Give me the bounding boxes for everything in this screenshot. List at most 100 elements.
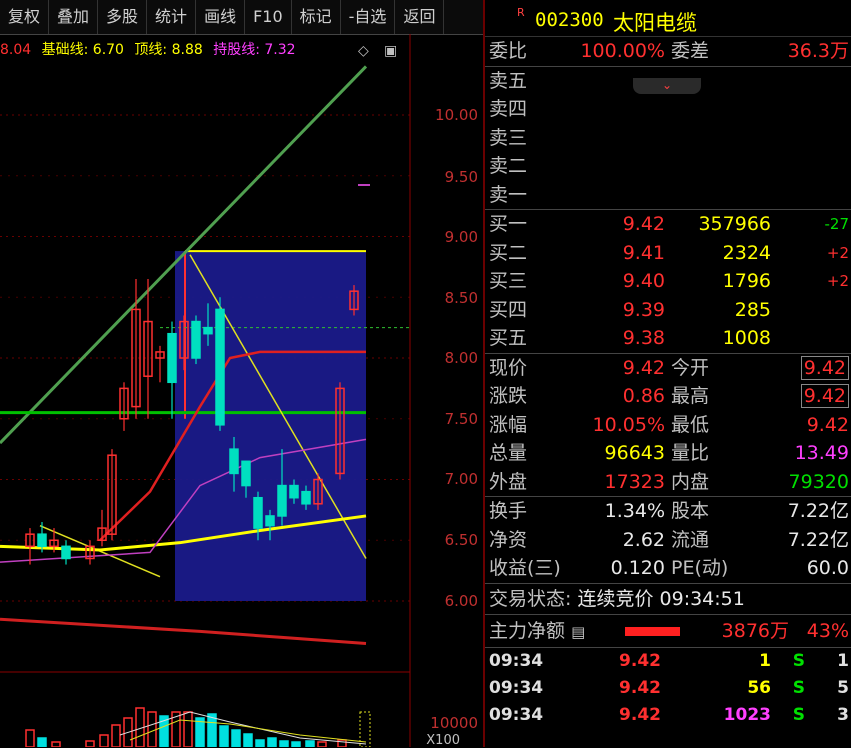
buy-row[interactable]: 买一 9.42 357966 -27 — [485, 210, 851, 239]
price-axis-label: 9.00 — [444, 228, 478, 246]
buy-row[interactable]: 买二 9.41 2324 +2 — [485, 239, 851, 268]
buy-row[interactable]: 买三 9.40 1796 +2 — [485, 267, 851, 296]
volume-bar — [111, 724, 121, 747]
candle-body — [229, 448, 239, 475]
sell-row[interactable]: 卖五 — [485, 67, 851, 96]
tick-count: 3 — [837, 704, 849, 725]
buy-volume: 1796 — [722, 270, 771, 292]
list-icon[interactable]: ▤ — [571, 623, 585, 641]
stat-label: 现价 — [489, 356, 528, 379]
buy-row[interactable]: 买五 9.38 1008 — [485, 324, 851, 353]
finance-row: 换手 1.34% 股本 7.22亿 — [485, 497, 851, 526]
legend-base-line: 基础线: 6.70 — [41, 42, 124, 58]
legend-top-line: 顶线: 8.88 — [134, 42, 203, 58]
stat-value: 9.42 — [622, 356, 665, 379]
volume-bar — [291, 741, 301, 747]
price-axis-label: 8.50 — [444, 289, 478, 307]
weibi-row: 委比 100.00% 委差 36.3万 — [485, 37, 851, 66]
tick-volume: 1023 — [723, 704, 771, 725]
volume-bar — [255, 739, 265, 747]
sell-row[interactable]: 卖四 — [485, 95, 851, 124]
volume-bar — [99, 734, 109, 747]
candle-body — [167, 332, 177, 384]
volume-bar — [305, 740, 315, 747]
stat-value: 96643 — [604, 442, 665, 464]
net-flow-bar — [625, 626, 680, 636]
finance-label: 股本 — [671, 500, 710, 522]
price-axis-label: 7.00 — [444, 470, 478, 488]
candle-body — [215, 308, 225, 426]
price-axis-label: 10.00 — [435, 106, 478, 124]
tick-count: 5 — [837, 677, 849, 698]
finance-value: 1.34% — [604, 500, 665, 522]
price-axis-label: 7.50 — [444, 410, 478, 428]
volume-ma — [119, 711, 367, 745]
buy-volume: 357966 — [698, 213, 771, 235]
buy-label: 买四 — [489, 298, 528, 321]
price-axis-label: 6.00 — [444, 592, 478, 610]
buy-label: 买一 — [489, 213, 528, 235]
candle-body — [277, 484, 287, 517]
volume-bar — [51, 741, 61, 747]
quote-stat-row: 外盘 17323 内盘 79320 — [485, 468, 851, 497]
stat-label: 最低 — [671, 413, 710, 436]
finance-value: 60.0 — [806, 557, 849, 579]
candle-body — [37, 533, 47, 548]
main-net-flow[interactable]: 主力净额 ▤ 3876万 43% — [485, 615, 851, 648]
weicha-value: 36.3万 — [787, 40, 849, 62]
quote-stat-row: 总量 96643 量比 13.49 — [485, 439, 851, 468]
volume-bar — [243, 733, 253, 747]
quote-stat-row: 现价 9.42 今开 9.42 — [485, 354, 851, 383]
buy-label: 买二 — [489, 241, 528, 264]
diamond-icon[interactable]: ◇ — [358, 43, 369, 59]
stat-value: 9.42 — [800, 384, 849, 408]
analysis-box — [175, 251, 366, 601]
stat-label: 量比 — [671, 442, 710, 464]
price-axis-label: 6.50 — [444, 531, 478, 549]
tick-price: 9.42 — [619, 650, 661, 671]
price-axis-label: 8.00 — [444, 349, 478, 367]
trade-status: 交易状态: 连续竞价 09:34:51 — [485, 582, 851, 615]
buy-volume: 2324 — [722, 241, 771, 264]
stat-label: 今开 — [671, 356, 710, 379]
stat-value: 9.42 — [800, 355, 849, 380]
window-toggle-icon[interactable]: ▣ — [384, 43, 397, 59]
net-flow-percent: 43% — [806, 619, 849, 642]
legend-hold-line: 持股线: 7.32 — [213, 42, 296, 58]
volume-unit-label: X100 — [426, 733, 460, 748]
volume-bar — [195, 717, 205, 747]
tick-price: 9.42 — [619, 704, 661, 725]
buy-volume: 285 — [734, 298, 771, 321]
weibi-label: 委比 — [489, 40, 528, 62]
quote-stat-row: 涨幅 10.05% 最低 9.42 — [485, 411, 851, 440]
weicha-label: 委差 — [671, 40, 710, 62]
sell-row[interactable]: 卖一 — [485, 181, 851, 210]
kline-chart[interactable] — [0, 0, 483, 747]
buy-price: 9.42 — [622, 213, 665, 235]
tick-time: 09:34 — [489, 677, 544, 698]
stat-value: 17323 — [604, 470, 665, 493]
stat-value: 13.49 — [794, 442, 849, 464]
candle-body — [301, 490, 311, 505]
finance-row: 收益(三) 0.120 PE(动) 60.0 — [485, 554, 851, 583]
finance-label: 换手 — [489, 500, 528, 522]
stat-label: 涨跌 — [489, 385, 528, 407]
legend-partial-value: 8.04 — [0, 42, 32, 58]
buy-price: 9.38 — [622, 327, 665, 349]
sell-label: 卖五 — [489, 69, 528, 92]
trade-status-label: 交易状态: — [489, 587, 572, 610]
sell-row[interactable]: 卖二 — [485, 152, 851, 181]
tick-row: 09:34 9.42 1 S 1 — [485, 648, 851, 675]
quote-panel: R 002300 太阳电缆 委比 100.00% 委差 36.3万 ⌄ 卖五 卖… — [485, 0, 851, 747]
stat-value: 10.05% — [592, 413, 665, 436]
volume-bar — [25, 729, 35, 747]
volume-bar — [207, 713, 217, 747]
stat-value: 79320 — [788, 470, 849, 493]
candle-body — [241, 460, 251, 487]
buy-price: 9.39 — [622, 298, 665, 321]
buy-change: -27 — [824, 215, 850, 233]
buy-row[interactable]: 买四 9.39 285 — [485, 296, 851, 325]
sell-row[interactable]: 卖三 — [485, 124, 851, 153]
tick-side: S — [792, 704, 805, 725]
sell-label: 卖四 — [489, 98, 528, 120]
